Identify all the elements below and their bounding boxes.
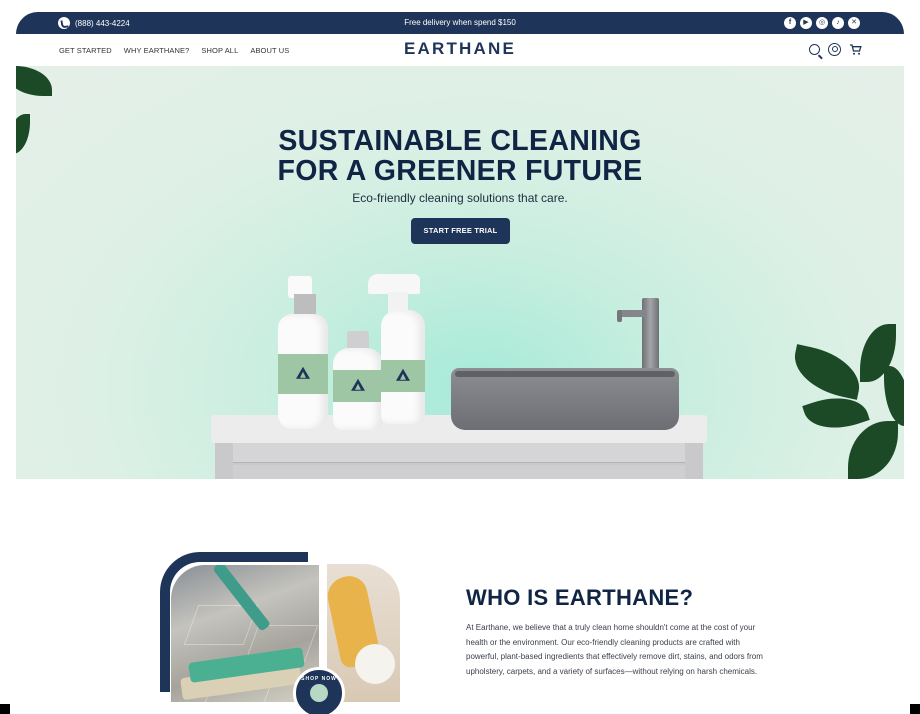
vessel-sink [451, 368, 679, 430]
promo-text: Free delivery when spend $150 [404, 18, 516, 27]
corner-mark [910, 704, 920, 714]
brand-logo-mark [296, 366, 310, 379]
cabinet-door [233, 465, 685, 479]
main-nav: GET STARTED WHY EARTHANE? SHOP ALL ABOUT… [16, 34, 904, 66]
leaf-decoration [788, 344, 866, 400]
x-icon[interactable]: ✕ [848, 17, 860, 29]
leaf-decoration [16, 66, 52, 96]
badge-center [310, 684, 328, 702]
hero-title-line-1: SUSTAINABLE CLEANING [278, 125, 642, 157]
social-links: f ▶ ◎ ♪ ✕ [784, 17, 860, 29]
who-section-body: At Earthane, we believe that a truly cle… [466, 623, 763, 676]
spray-bottle [381, 310, 425, 424]
leaf-decoration [848, 421, 898, 479]
cart-icon[interactable] [849, 43, 862, 56]
hero-title-line-2: FOR A GREENER FUTURE [277, 155, 643, 187]
product-label [278, 354, 328, 394]
small-bottle [333, 348, 383, 430]
shop-now-badge[interactable]: SHOP NOW [293, 667, 345, 714]
pump-collar [294, 294, 316, 316]
youtube-icon[interactable]: ▶ [800, 17, 812, 29]
nav-icons [809, 43, 862, 56]
facebook-icon[interactable]: f [784, 17, 796, 29]
page-frame: (888) 443-4224 Free delivery when spend … [16, 12, 904, 714]
product-label [381, 360, 425, 392]
instagram-icon[interactable]: ◎ [816, 17, 828, 29]
vanity-cabinet [215, 443, 703, 479]
faucet-spout-tip [617, 310, 622, 322]
who-section-title: WHO IS EARTHANE? [466, 585, 694, 610]
account-icon[interactable] [828, 43, 841, 56]
cabinet-drawer [233, 443, 685, 463]
badge-label: SHOP NOW [301, 676, 337, 682]
faucet [642, 298, 659, 370]
hero-title: SUSTAINABLE CLEANING FOR A GREENER FUTUR… [16, 126, 904, 186]
spray-trigger-head [368, 274, 420, 294]
brand-logo-mark [396, 368, 410, 381]
hero-subtitle: Eco-friendly cleaning solutions that car… [352, 191, 568, 205]
hero-banner: SUSTAINABLE CLEANING FOR A GREENER FUTUR… [16, 66, 904, 479]
leaf-decoration [884, 366, 904, 426]
brand-logo-mark [351, 378, 365, 391]
product-label [333, 370, 383, 402]
pump-bottle [278, 314, 328, 429]
cleaning-foam [355, 644, 395, 684]
tiktok-icon[interactable]: ♪ [832, 17, 844, 29]
corner-mark [0, 704, 10, 714]
announcement-bar: (888) 443-4224 Free delivery when spend … [16, 12, 904, 34]
search-icon[interactable] [809, 44, 820, 55]
start-free-trial-button[interactable]: START FREE TRIAL [411, 218, 510, 244]
site-logo[interactable]: EARTHANE [16, 39, 904, 59]
